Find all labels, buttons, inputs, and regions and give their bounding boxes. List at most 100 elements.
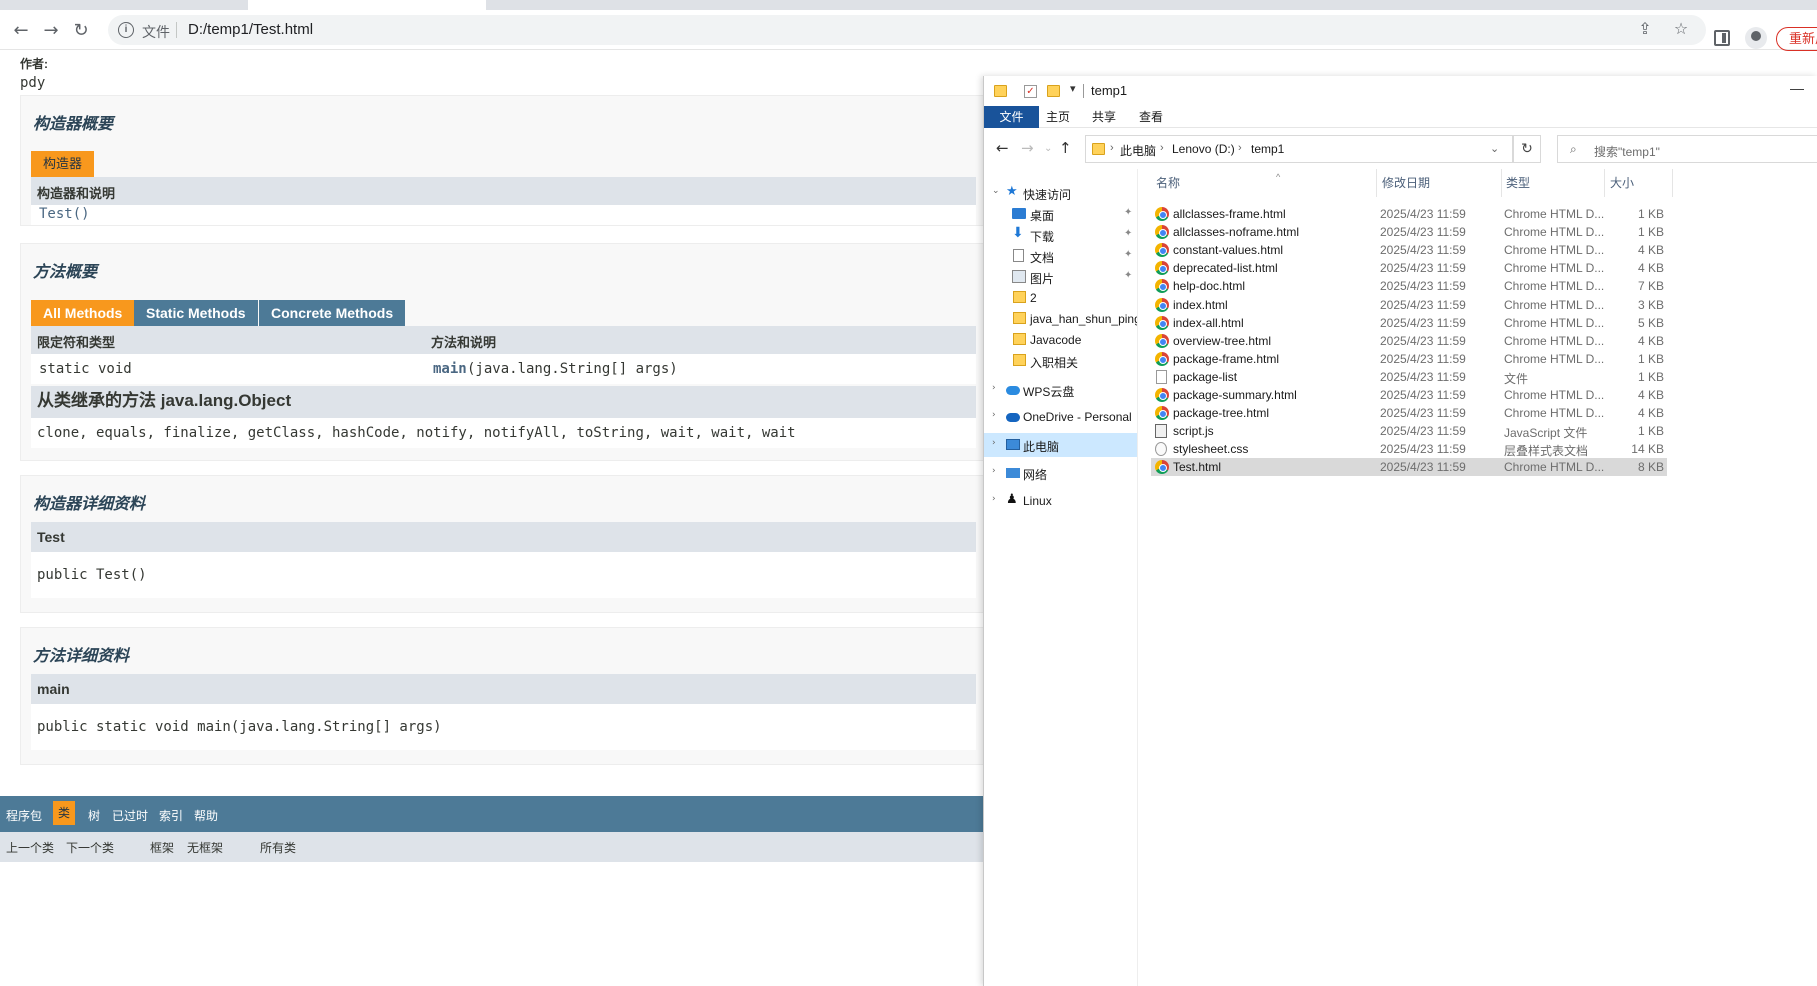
constructor-summary-block: 构造器概要 构造器 构造器和说明 Test() — [20, 95, 985, 226]
file-row[interactable]: overview-tree.html 2025/4/23 11:59 Chrome … — [1151, 332, 1667, 350]
linux-penguin-icon: ♟ — [1006, 492, 1018, 507]
column-header-date[interactable]: 修改日期 — [1382, 169, 1430, 197]
back-icon[interactable]: ← — [10, 20, 32, 42]
share-icon[interactable]: ⇪ — [1635, 20, 1655, 40]
file-size: 1 KB — [1637, 369, 1664, 384]
next-class-link[interactable]: 下一个类 — [66, 839, 114, 856]
column-header-method: 方法和说明 — [431, 335, 497, 350]
chevron-down-icon[interactable]: ⌄ — [992, 186, 1000, 196]
up-icon[interactable]: ↑ — [1059, 139, 1072, 157]
browser-tab[interactable] — [10, 0, 240, 10]
method-link[interactable]: main — [433, 361, 467, 377]
url-text[interactable]: D:/temp1/Test.html — [188, 21, 313, 38]
column-header-type[interactable]: 类型 — [1506, 169, 1530, 197]
chevron-down-icon[interactable]: ⌄ — [1490, 142, 1499, 155]
new-folder-icon[interactable] — [1047, 85, 1060, 97]
column-header-name[interactable]: 名称 ^ — [1156, 169, 1280, 197]
nav-wps-cloud[interactable]: › WPS云盘 — [984, 378, 1137, 402]
ribbon-tab-home[interactable]: 主页 — [1046, 106, 1070, 128]
file-row[interactable]: Test.html 2025/4/23 11:59 Chrome HTML D...… — [1151, 458, 1667, 477]
ribbon-tab-view[interactable]: 查看 — [1139, 106, 1163, 128]
prev-class-link[interactable]: 上一个类 — [6, 839, 54, 856]
chevron-right-icon[interactable]: › — [1110, 142, 1114, 154]
back-icon[interactable]: ← — [996, 139, 1009, 157]
recent-locations-icon[interactable]: ⌄ — [1044, 143, 1052, 154]
file-row[interactable]: deprecated-list.html 2025/4/23 11:59 Chrom… — [1151, 259, 1667, 277]
nav-help[interactable]: 帮助 — [194, 807, 348, 831]
reload-icon[interactable]: ↻ — [70, 20, 92, 42]
file-row[interactable]: index.html 2025/4/23 11:59 Chrome HTML D..… — [1151, 296, 1667, 314]
side-panel-icon[interactable] — [1714, 30, 1730, 46]
browser-tab-active[interactable] — [248, 0, 486, 10]
chevron-right-icon[interactable]: › — [992, 494, 996, 504]
constructor-link[interactable]: Test() — [39, 206, 90, 222]
chevron-right-icon[interactable]: › — [992, 438, 996, 448]
column-header-size[interactable]: 大小 — [1610, 169, 1634, 197]
column-divider[interactable] — [1376, 169, 1377, 197]
file-row[interactable]: package-list 2025/4/23 11:59 文件 1 KB — [1151, 368, 1667, 386]
file-row[interactable]: package-summary.html 2025/4/23 11:59 Chrom… — [1151, 386, 1667, 404]
nav-item-onboarding[interactable]: 入职相关 — [984, 349, 1137, 373]
tab-all-methods[interactable]: All Methods — [31, 300, 135, 326]
constructor-detail-block: 构造器详细资料 Test public Test() — [20, 475, 985, 613]
file-row[interactable]: allclasses-frame.html 2025/4/23 11:59 Chro… — [1151, 205, 1667, 223]
file-row[interactable]: constant-values.html 2025/4/23 11:59 Chrom… — [1151, 241, 1667, 259]
breadcrumb-drive[interactable]: Lenovo (D:) — [1172, 142, 1235, 156]
file-row[interactable]: stylesheet.css 2025/4/23 11:59 层叠样式表文档 14 K… — [1151, 440, 1667, 458]
breadcrumb-folder[interactable]: temp1 — [1251, 142, 1284, 156]
detail-signature: public Test() — [31, 552, 976, 598]
profile-avatar[interactable] — [1745, 27, 1767, 49]
column-divider[interactable] — [1501, 169, 1502, 197]
file-name: stylesheet.css — [1173, 442, 1249, 457]
search-input[interactable]: ⌕ 搜索"temp1" — [1557, 135, 1817, 163]
file-row[interactable]: package-frame.html 2025/4/23 11:59 Chrome … — [1151, 350, 1667, 368]
column-divider[interactable] — [1604, 169, 1605, 197]
chevron-right-icon[interactable]: › — [1238, 142, 1242, 154]
chevron-right-icon[interactable]: › — [992, 383, 996, 393]
all-classes-link[interactable]: 所有类 — [260, 839, 296, 856]
file-row[interactable]: allclasses-noframe.html 2025/4/23 11:59 Ch… — [1151, 223, 1667, 241]
nav-this-pc[interactable]: › 此电脑 — [984, 433, 1137, 457]
column-divider[interactable] — [1672, 169, 1673, 197]
pin-icon: ✦ — [1124, 270, 1133, 281]
address-row: ← → ⌄ ↑ › 此电脑 › Lenovo (D:) › temp1 ⌄ ↻ … — [984, 129, 1817, 169]
update-button[interactable]: 重新启动 — [1776, 27, 1817, 51]
nav-label: WPS云盘 — [1023, 385, 1075, 399]
tab-concrete-methods[interactable]: Concrete Methods — [259, 300, 406, 326]
breadcrumb-this-pc[interactable]: 此电脑 — [1120, 142, 1156, 159]
minimize-icon[interactable]: — — [1790, 80, 1804, 96]
forward-icon[interactable]: → — [1021, 139, 1034, 157]
file-row[interactable]: help-doc.html 2025/4/23 11:59 Chrome HTML … — [1151, 277, 1667, 295]
refresh-icon[interactable]: ↻ — [1513, 135, 1541, 163]
bookmark-star-icon[interactable]: ☆ — [1671, 20, 1691, 40]
chevron-right-icon[interactable]: › — [992, 466, 996, 476]
file-name: index-all.html — [1173, 315, 1244, 330]
tab-static-methods[interactable]: Static Methods — [134, 300, 258, 326]
no-frames-link[interactable]: 无框架 — [187, 839, 223, 856]
file-type: Chrome HTML D... — [1504, 406, 1605, 421]
tab-strip — [0, 0, 1817, 10]
frames-link[interactable]: 框架 — [150, 839, 174, 856]
ribbon-tab-file[interactable]: 文件 — [984, 106, 1039, 128]
file-row[interactable]: package-tree.html 2025/4/23 11:59 Chrome H… — [1151, 404, 1667, 422]
info-icon[interactable]: i — [118, 22, 134, 38]
forward-icon[interactable]: → — [40, 20, 62, 42]
chevron-right-icon[interactable]: › — [992, 410, 996, 420]
ribbon-tab-share[interactable]: 共享 — [1092, 106, 1116, 128]
nav-linux[interactable]: › ♟ Linux — [984, 489, 1137, 513]
customize-toolbar-icon[interactable]: ▾ — [1070, 82, 1076, 95]
chevron-right-icon[interactable]: › — [1160, 142, 1164, 154]
properties-icon[interactable]: ✓ — [1024, 85, 1037, 98]
folder-icon — [1013, 333, 1026, 345]
nav-onedrive[interactable]: › OneDrive - Personal — [984, 405, 1137, 429]
address-bar[interactable]: i 文件 D:/temp1/Test.html ⇪ ☆ — [108, 15, 1706, 45]
nav-label: Javacode — [1030, 333, 1082, 347]
nav-label: 网络 — [1023, 468, 1048, 482]
file-name: constant-values.html — [1173, 243, 1284, 258]
file-date: 2025/4/23 11:59 — [1380, 279, 1466, 294]
file-row[interactable]: script.js 2025/4/23 11:59 JavaScript 文件 1 K… — [1151, 422, 1667, 440]
breadcrumb[interactable]: › 此电脑 › Lenovo (D:) › temp1 ⌄ — [1085, 135, 1513, 163]
file-date: 2025/4/23 11:59 — [1380, 442, 1466, 457]
nav-network[interactable]: › 网络 — [984, 461, 1137, 485]
file-row[interactable]: index-all.html 2025/4/23 11:59 Chrome HTML… — [1151, 314, 1667, 332]
